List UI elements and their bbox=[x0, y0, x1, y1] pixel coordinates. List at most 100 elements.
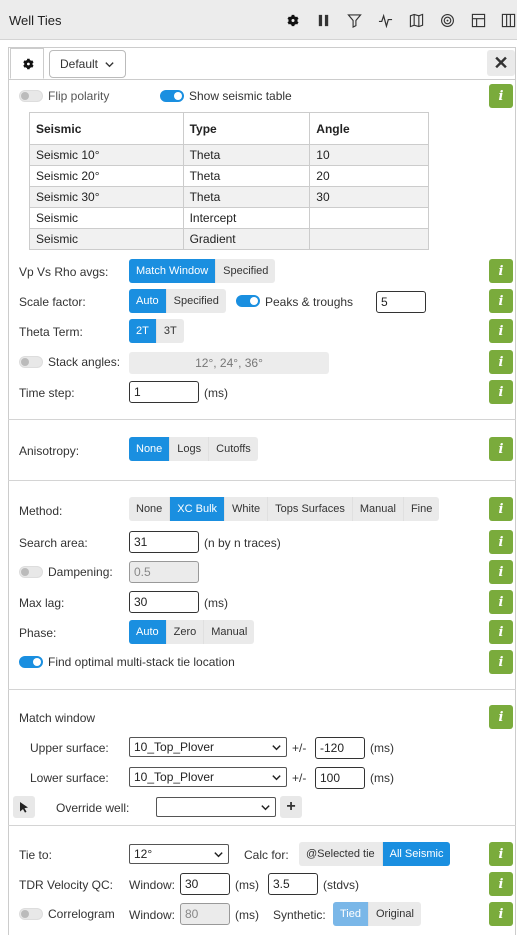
seismic-table: Seismic Type Angle Seismic 10° Theta 10 Se… bbox=[29, 112, 429, 250]
dampening-toggle[interactable] bbox=[19, 566, 43, 578]
info-button[interactable]: i bbox=[489, 620, 513, 644]
pick-well-button[interactable] bbox=[13, 796, 35, 818]
info-button[interactable]: i bbox=[489, 650, 513, 674]
info-button[interactable]: i bbox=[489, 590, 513, 614]
original-option[interactable]: Original bbox=[369, 902, 421, 926]
column-header-seismic[interactable]: Seismic bbox=[29, 112, 184, 145]
info-button[interactable]: i bbox=[489, 437, 513, 461]
add-well-button[interactable]: + bbox=[280, 796, 302, 818]
upper-surface-label: Upper surface: bbox=[30, 741, 109, 755]
override-well-select[interactable] bbox=[156, 797, 276, 817]
table-row[interactable]: Seismic 30° Theta 30 bbox=[29, 186, 429, 208]
correlogram-toggle[interactable] bbox=[19, 908, 43, 920]
all-seismic-option[interactable]: All Seismic bbox=[382, 842, 451, 866]
column-header-angle[interactable]: Angle bbox=[309, 112, 429, 145]
peaks-troughs-toggle[interactable] bbox=[236, 295, 260, 307]
xc-bulk-option[interactable]: XC Bulk bbox=[170, 497, 226, 521]
cell-type: Intercept bbox=[182, 207, 311, 229]
lower-surface-select[interactable]: 10_Top_Plover bbox=[129, 767, 287, 787]
target-icon[interactable] bbox=[438, 11, 456, 29]
lower-offset-input[interactable]: 100 bbox=[315, 767, 365, 789]
auto-option[interactable]: Auto bbox=[129, 289, 167, 313]
phase-toggle-group: Auto Zero Manual bbox=[129, 620, 255, 644]
specified-option[interactable]: Specified bbox=[216, 259, 275, 283]
vp-vs-rho-toggle-group: Match Window Specified bbox=[129, 259, 276, 283]
peaks-troughs-label: Peaks & troughs bbox=[265, 295, 354, 309]
upper-offset-input[interactable]: -120 bbox=[315, 737, 365, 759]
flip-polarity-toggle[interactable] bbox=[19, 90, 43, 102]
white-option[interactable]: White bbox=[225, 497, 269, 521]
upper-offset-unit: (ms) bbox=[370, 741, 394, 755]
info-button[interactable]: i bbox=[489, 530, 513, 554]
close-button[interactable]: ✕ bbox=[487, 50, 515, 76]
anisotropy-toggle-group: None Logs Cutoffs bbox=[129, 437, 258, 461]
upper-surface-select[interactable]: 10_Top_Plover bbox=[129, 737, 287, 757]
info-button[interactable]: i bbox=[489, 872, 513, 896]
info-button[interactable]: i bbox=[489, 84, 513, 108]
settings-tab[interactable] bbox=[10, 48, 44, 79]
2t-option[interactable]: 2T bbox=[129, 319, 157, 343]
manual-option[interactable]: Manual bbox=[353, 497, 404, 521]
pause-icon[interactable] bbox=[314, 11, 332, 29]
logs-option[interactable]: Logs bbox=[170, 437, 210, 461]
stack-angles-field[interactable]: 12°, 24°, 36° bbox=[129, 352, 329, 374]
columns-icon[interactable] bbox=[499, 11, 517, 29]
selected-tie-option[interactable]: @Selected tie bbox=[299, 842, 383, 866]
max-lag-input[interactable]: 30 bbox=[129, 591, 199, 613]
info-button[interactable]: i bbox=[489, 705, 513, 729]
info-button[interactable]: i bbox=[489, 560, 513, 584]
peaks-troughs-input[interactable]: 5 bbox=[376, 291, 426, 313]
info-button[interactable]: i bbox=[489, 380, 513, 404]
show-seismic-table-toggle[interactable] bbox=[160, 90, 184, 102]
cell-seismic: Seismic bbox=[29, 228, 184, 250]
correlogram-window-input[interactable]: 80 bbox=[180, 903, 230, 925]
gear-icon[interactable] bbox=[282, 11, 300, 29]
calc-for-label: Calc for: bbox=[244, 848, 289, 862]
tdr-stdvs-unit: (stdvs) bbox=[323, 878, 359, 892]
table-header-row: Seismic Type Angle bbox=[29, 112, 429, 145]
info-button[interactable]: i bbox=[489, 842, 513, 866]
grid-icon[interactable] bbox=[469, 11, 487, 29]
column-header-type[interactable]: Type bbox=[182, 112, 311, 145]
none-option[interactable]: None bbox=[129, 437, 171, 461]
cutoffs-option[interactable]: Cutoffs bbox=[209, 437, 258, 461]
dampening-input[interactable]: 0.5 bbox=[129, 561, 199, 583]
find-optimal-toggle[interactable] bbox=[19, 656, 43, 668]
fine-option[interactable]: Fine bbox=[404, 497, 439, 521]
cell-type: Theta bbox=[182, 144, 311, 166]
zero-option[interactable]: Zero bbox=[167, 620, 205, 644]
tdr-window-label: Window: bbox=[129, 878, 176, 892]
chevron-down-icon bbox=[261, 804, 270, 810]
info-button[interactable]: i bbox=[489, 289, 513, 313]
table-row[interactable]: Seismic Intercept bbox=[29, 207, 429, 229]
match-window-label: Match window bbox=[19, 711, 96, 725]
tie-to-select[interactable]: 12° bbox=[129, 844, 229, 864]
chevron-down-icon bbox=[272, 744, 281, 750]
tied-option[interactable]: Tied bbox=[333, 902, 369, 926]
stack-angles-toggle[interactable] bbox=[19, 356, 43, 368]
tdr-window-input[interactable]: 30 bbox=[180, 873, 230, 895]
auto-option[interactable]: Auto bbox=[129, 620, 167, 644]
tops-surfaces-option[interactable]: Tops Surfaces bbox=[268, 497, 353, 521]
manual-option[interactable]: Manual bbox=[204, 620, 254, 644]
info-button[interactable]: i bbox=[489, 259, 513, 283]
filter-icon[interactable] bbox=[345, 11, 363, 29]
table-row[interactable]: Seismic Gradient bbox=[29, 228, 429, 250]
search-area-input[interactable]: 31 bbox=[129, 531, 199, 553]
specified-option[interactable]: Specified bbox=[167, 289, 226, 313]
table-row[interactable]: Seismic 10° Theta 10 bbox=[29, 144, 429, 166]
3t-option[interactable]: 3T bbox=[157, 319, 184, 343]
info-button[interactable]: i bbox=[489, 902, 513, 926]
waveform-icon[interactable] bbox=[376, 11, 394, 29]
none-option[interactable]: None bbox=[129, 497, 171, 521]
info-button[interactable]: i bbox=[489, 319, 513, 343]
match-window-option[interactable]: Match Window bbox=[129, 259, 217, 283]
info-button[interactable]: i bbox=[489, 350, 513, 374]
tdr-stdvs-input[interactable]: 3.5 bbox=[268, 873, 318, 895]
info-button[interactable]: i bbox=[489, 497, 513, 521]
vp-vs-rho-label: Vp Vs Rho avgs: bbox=[19, 265, 109, 279]
time-step-input[interactable]: 1 bbox=[129, 381, 199, 403]
table-row[interactable]: Seismic 20° Theta 20 bbox=[29, 165, 429, 187]
preset-dropdown[interactable]: Default bbox=[49, 50, 126, 78]
map-icon[interactable] bbox=[407, 11, 425, 29]
